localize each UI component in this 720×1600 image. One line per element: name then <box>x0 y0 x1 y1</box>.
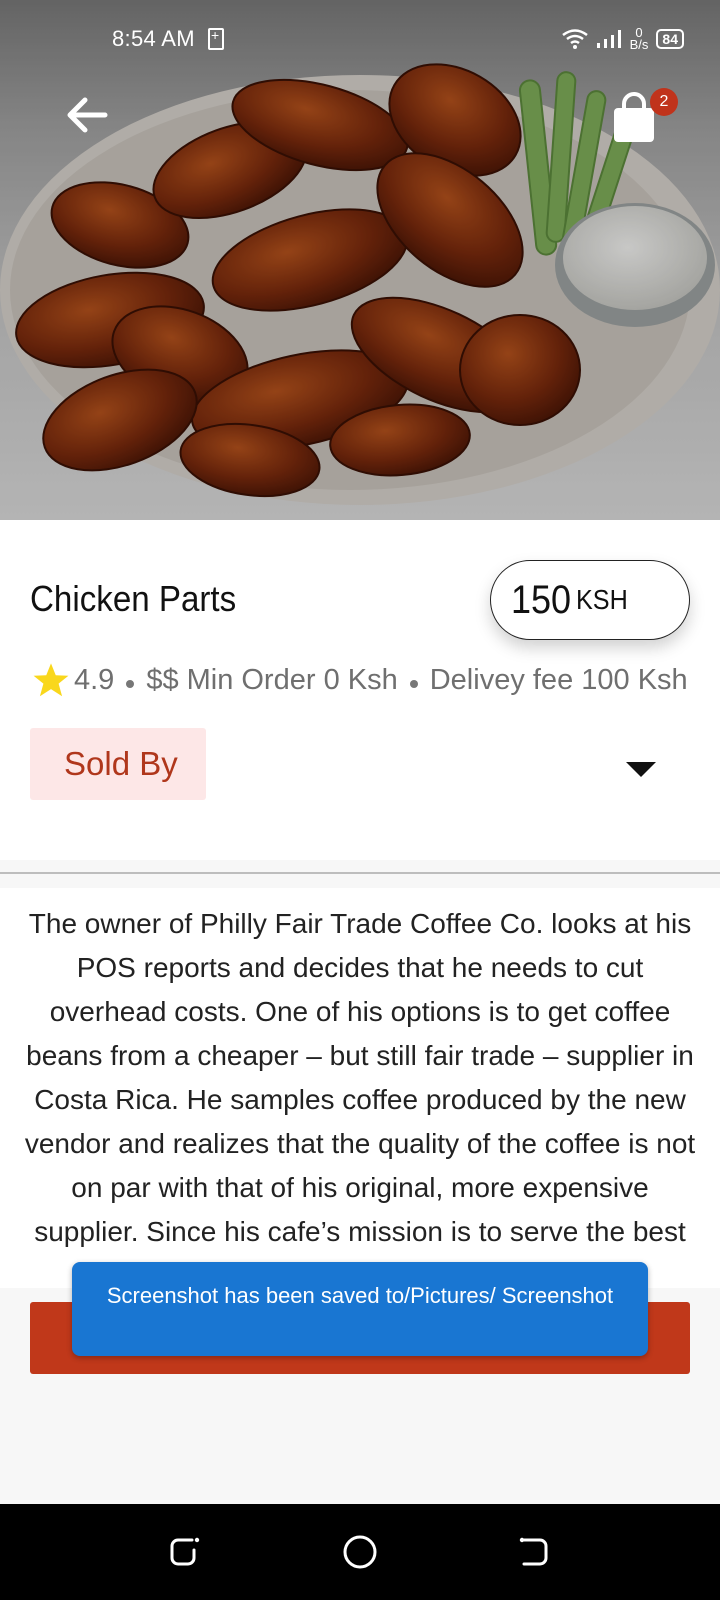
net-speed: 0 B/s <box>629 26 649 52</box>
recent-apps-icon[interactable] <box>166 1532 206 1572</box>
description-section: The owner of Philly Fair Trade Coffee Co… <box>0 888 720 1288</box>
separator-dot <box>126 680 135 688</box>
product-description: The owner of Philly Fair Trade Coffee Co… <box>24 908 696 1288</box>
battery-saver-icon <box>208 27 224 50</box>
divider <box>0 872 720 874</box>
rating-value: 4.9 <box>74 663 115 696</box>
price-value: 150 <box>511 577 572 622</box>
star-icon <box>33 663 69 697</box>
battery-indicator: 84 <box>656 29 684 49</box>
cart-count-badge: 2 <box>650 88 678 116</box>
signal-icon <box>596 30 621 48</box>
product-image: 8:54 AM 0 B/s 84 <box>0 0 720 520</box>
wifi-icon <box>561 29 588 49</box>
product-meta: 4.9 $$ Min Order 0 Ksh Delivey fee 100 K… <box>32 660 688 700</box>
price-badge: 150 KSH <box>490 560 690 640</box>
price-currency: KSH <box>575 584 628 615</box>
product-details: Chicken Parts 150 KSH 4.9 $$ Min Order 0… <box>0 520 720 860</box>
status-bar: 8:54 AM 0 B/s 84 <box>0 0 720 80</box>
net-speed-unit: B/s <box>629 37 649 52</box>
cart-button[interactable]: 2 <box>610 88 678 148</box>
status-time: 8:54 AM <box>112 26 195 51</box>
price-level: $$ <box>146 663 179 696</box>
back-nav-icon[interactable] <box>514 1532 554 1572</box>
product-title: Chicken Parts <box>30 578 237 619</box>
separator-dot <box>409 680 418 688</box>
sold-by-button[interactable]: Sold By <box>30 728 206 800</box>
home-icon[interactable] <box>340 1532 380 1572</box>
delivery-fee: Delivey fee 100 Ksh <box>429 663 688 696</box>
caret-down-icon[interactable] <box>626 762 656 777</box>
back-button[interactable] <box>62 90 112 140</box>
arrow-left-icon <box>67 97 108 133</box>
screenshot-toast: Screenshot has been saved to/Pictures/ S… <box>72 1262 648 1356</box>
system-nav-bar <box>0 1504 720 1600</box>
min-order: Min Order 0 Ksh <box>186 663 398 696</box>
